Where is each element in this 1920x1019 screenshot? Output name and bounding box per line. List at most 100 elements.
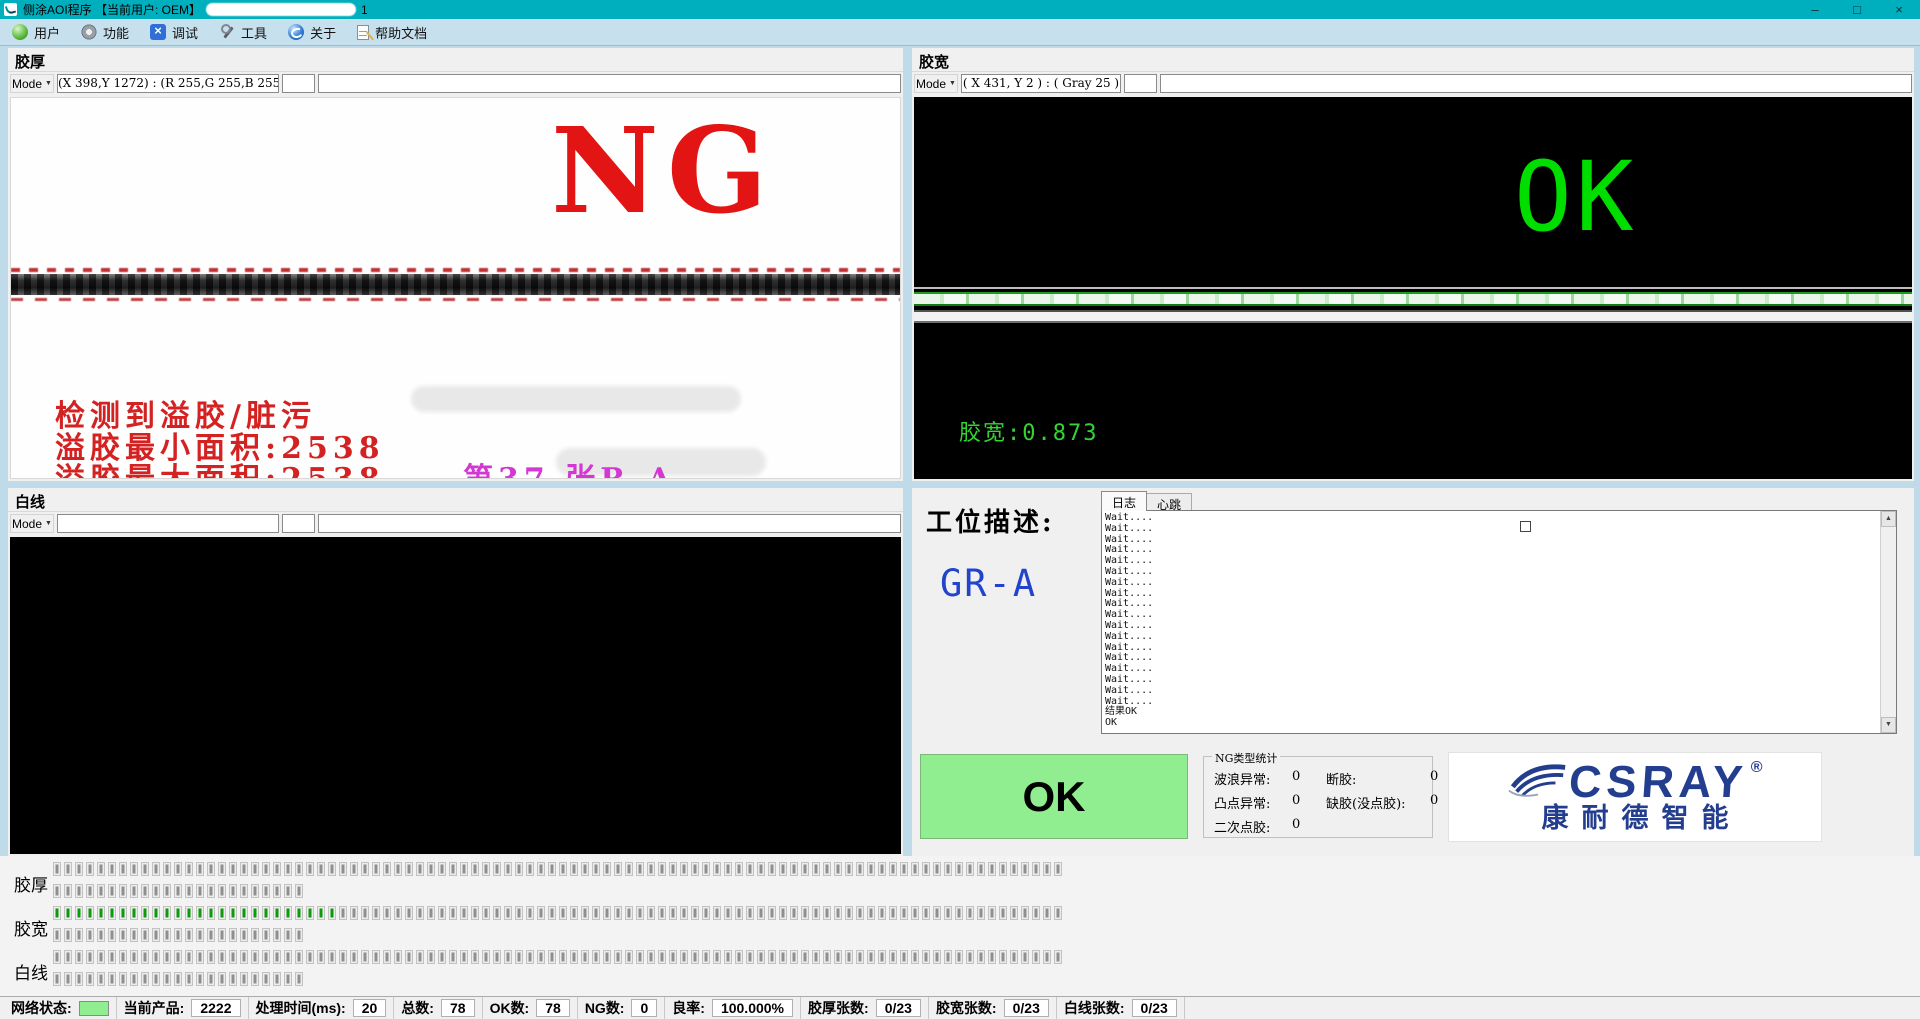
redaction-smudge bbox=[411, 386, 741, 412]
progress-cell bbox=[207, 972, 215, 986]
ng-stat-value: 0 bbox=[1292, 769, 1326, 788]
pixel-info-box[interactable]: ( X 431, Y 2 ) : ( Gray 25 ) bbox=[961, 74, 1121, 93]
result-ok-button[interactable]: OK bbox=[920, 754, 1188, 839]
titlebar: 侧涂AOI程序 【当前用户: OEM】 1 – □ × bbox=[0, 0, 1920, 19]
progress-cell bbox=[86, 884, 94, 898]
progress-cell bbox=[207, 862, 215, 876]
minimize-button[interactable]: – bbox=[1794, 0, 1836, 19]
progress-cell bbox=[251, 884, 259, 898]
glue-width-image-view[interactable]: OK 胶宽:0.873 bbox=[914, 97, 1912, 479]
progress-cell bbox=[350, 950, 358, 964]
status-label-yield-rate: 良率: bbox=[672, 998, 705, 1018]
progress-cell bbox=[328, 950, 336, 964]
progress-cell bbox=[658, 906, 666, 920]
log-list[interactable]: Wait....Wait....Wait....Wait....Wait....… bbox=[1101, 510, 1897, 734]
log-scrollbar[interactable]: ▲ ▼ bbox=[1880, 511, 1896, 733]
progress-cell bbox=[460, 906, 468, 920]
progress-cell bbox=[174, 928, 182, 942]
menu-item-user[interactable]: 用户 bbox=[8, 21, 69, 44]
progress-cell bbox=[174, 862, 182, 876]
menu-item-label: 用户 bbox=[34, 23, 60, 42]
progress-cell bbox=[1043, 862, 1051, 876]
mode-dropdown[interactable]: Mode ▼ bbox=[10, 514, 54, 533]
brand-row: CSRAY ® bbox=[1507, 761, 1762, 803]
maximize-button[interactable]: □ bbox=[1836, 0, 1878, 19]
status-label-glue-thickness-frames: 胶厚张数: bbox=[808, 998, 869, 1018]
progress-cell bbox=[867, 950, 875, 964]
vendor-logo: CSRAY ® 康耐德智能 bbox=[1448, 752, 1822, 842]
pixel-info-box[interactable]: (X 398,Y 1272) : (R 255,G 255,B 255) bbox=[57, 74, 279, 93]
progress-cell bbox=[185, 950, 193, 964]
progress-cell bbox=[922, 862, 930, 876]
status-item-yield-rate: 良率:100.000% bbox=[665, 997, 801, 1019]
progress-cell bbox=[966, 950, 974, 964]
small-info-box[interactable] bbox=[1124, 74, 1157, 93]
message-info-box[interactable] bbox=[1160, 74, 1912, 93]
help-doc-icon bbox=[357, 25, 369, 40]
progress-cell bbox=[471, 906, 479, 920]
progress-cell bbox=[295, 928, 303, 942]
menu-item-function[interactable]: 功能 bbox=[77, 21, 138, 44]
log-line: Wait.... bbox=[1105, 621, 1878, 632]
menu-item-help[interactable]: 帮助文档 bbox=[353, 21, 436, 44]
progress-cell bbox=[636, 950, 644, 964]
menu-item-tools[interactable]: 工具 bbox=[215, 21, 276, 44]
progress-cell bbox=[130, 906, 138, 920]
progress-cell bbox=[86, 972, 94, 986]
divider bbox=[8, 71, 903, 72]
tab-heartbeat[interactable]: 心跳 bbox=[1147, 493, 1192, 511]
status-item-total-count: 总数:78 bbox=[394, 997, 482, 1019]
progress-cell bbox=[262, 862, 270, 876]
progress-cell bbox=[933, 862, 941, 876]
progress-cell bbox=[933, 950, 941, 964]
message-info-box[interactable] bbox=[318, 514, 901, 533]
progress-cell bbox=[790, 906, 798, 920]
tab-log[interactable]: 日志 bbox=[1101, 491, 1147, 511]
progress-cell bbox=[1043, 950, 1051, 964]
menu-item-debug[interactable]: 调试 bbox=[146, 21, 207, 44]
progress-cell bbox=[1043, 906, 1051, 920]
message-info-box[interactable] bbox=[318, 74, 901, 93]
scroll-up-icon[interactable]: ▲ bbox=[1881, 511, 1896, 527]
pixel-info-box[interactable] bbox=[57, 514, 279, 533]
scroll-down-icon[interactable]: ▼ bbox=[1881, 717, 1896, 733]
progress-group-label-glue-thickness: 胶厚 bbox=[14, 871, 48, 896]
small-info-box[interactable] bbox=[282, 514, 315, 533]
panel-white-line: 白线 Mode ▼ bbox=[8, 488, 903, 856]
progress-cell bbox=[416, 862, 424, 876]
progress-row-glue-width-1 bbox=[53, 906, 1065, 924]
glue-thickness-image-view[interactable]: NG 检测到溢胶/脏污 溢胶最小面积:2538 溢胶最大面积:2538 第37 … bbox=[10, 97, 901, 479]
progress-cell bbox=[658, 862, 666, 876]
status-item-glue-width-frames: 胶宽张数:0/23 bbox=[929, 997, 1057, 1019]
menu-item-label: 帮助文档 bbox=[375, 23, 427, 42]
status-label-glue-width-frames: 胶宽张数: bbox=[936, 998, 997, 1018]
progress-cell bbox=[273, 950, 281, 964]
small-info-box[interactable] bbox=[282, 74, 315, 93]
progress-cell bbox=[614, 950, 622, 964]
progress-cell bbox=[273, 862, 281, 876]
progress-cell bbox=[284, 972, 292, 986]
glue-band-detected bbox=[914, 292, 1912, 306]
log-line: Wait.... bbox=[1105, 556, 1878, 567]
progress-cell bbox=[812, 862, 820, 876]
progress-cell bbox=[405, 862, 413, 876]
progress-cell bbox=[152, 906, 160, 920]
progress-cell bbox=[141, 906, 149, 920]
mode-dropdown[interactable]: Mode ▼ bbox=[914, 74, 958, 93]
log-checkbox[interactable] bbox=[1520, 521, 1531, 532]
white-line-image-view[interactable] bbox=[10, 537, 901, 854]
panel-title-glue-thickness: 胶厚 bbox=[15, 51, 45, 72]
progress-cell bbox=[680, 906, 688, 920]
progress-cell bbox=[251, 862, 259, 876]
progress-cell bbox=[196, 928, 204, 942]
progress-cell bbox=[394, 906, 402, 920]
progress-cell bbox=[636, 862, 644, 876]
progress-cell bbox=[1021, 950, 1029, 964]
log-lines: Wait....Wait....Wait....Wait....Wait....… bbox=[1105, 513, 1878, 733]
close-button[interactable]: × bbox=[1878, 0, 1920, 19]
progress-cell bbox=[53, 928, 61, 942]
menu-item-about[interactable]: 关于 bbox=[284, 21, 345, 44]
progress-cell bbox=[878, 906, 886, 920]
mode-dropdown[interactable]: Mode ▼ bbox=[10, 74, 54, 93]
progress-cell bbox=[163, 862, 171, 876]
